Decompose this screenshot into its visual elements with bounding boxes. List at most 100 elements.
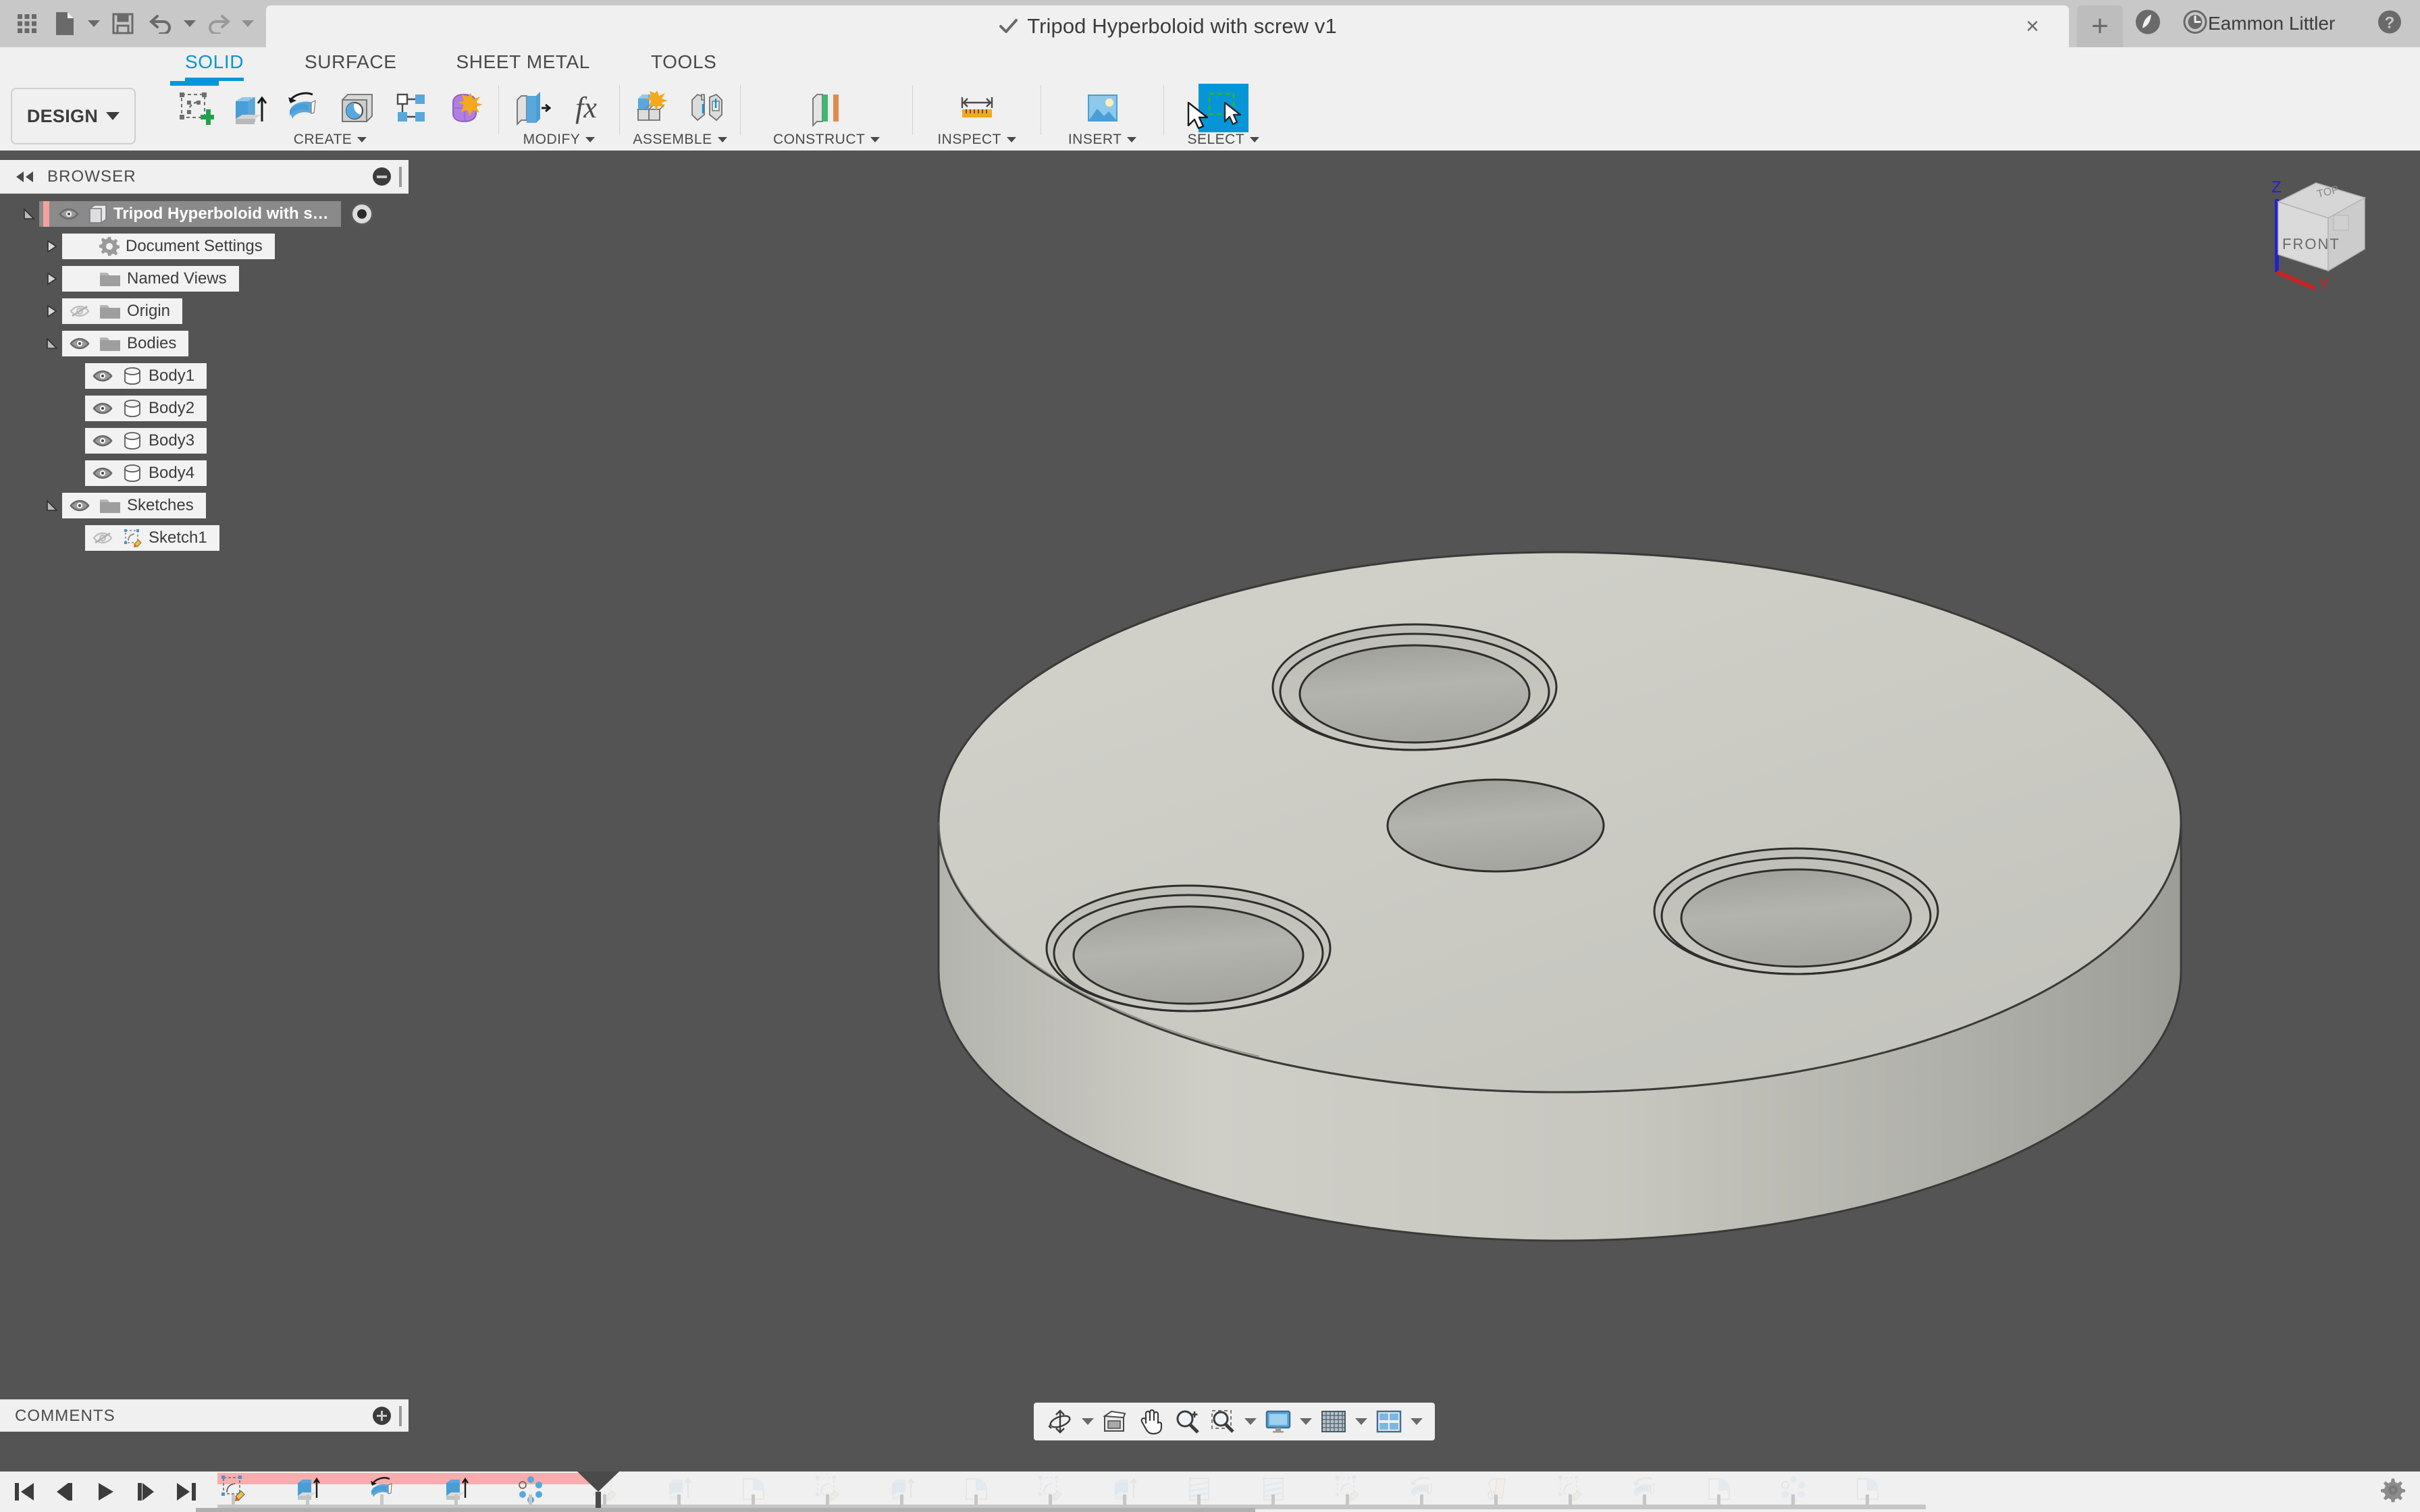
extrude-icon[interactable] <box>224 84 274 132</box>
viewports-caret-icon[interactable] <box>1408 1405 1425 1438</box>
expander-collapsed[interactable] <box>42 295 62 327</box>
recent-icon[interactable] <box>2182 9 2208 38</box>
browser-tree-row[interactable]: Bodies <box>0 327 409 360</box>
step-back-icon[interactable] <box>50 1477 80 1507</box>
panel-create-label[interactable]: CREATE <box>294 132 367 148</box>
browser-tree-item[interactable]: Body3 <box>85 428 207 454</box>
offset-plane-icon[interactable] <box>801 84 851 132</box>
workspace-switcher-button[interactable]: DESIGN <box>11 88 136 144</box>
expander-expanded[interactable] <box>42 327 62 360</box>
expander-expanded[interactable] <box>42 489 62 522</box>
joint-icon[interactable] <box>682 84 732 132</box>
undo-caret-icon[interactable] <box>181 5 199 43</box>
new-component-icon[interactable] <box>628 84 678 132</box>
visibility-toggle-visible[interactable] <box>66 331 93 356</box>
select-icon[interactable] <box>1199 84 1248 132</box>
browser-tree-item[interactable]: Origin <box>62 298 182 324</box>
undo-icon[interactable] <box>143 5 178 43</box>
timeline-settings-icon[interactable] <box>2381 1478 2405 1506</box>
go-to-beginning-icon[interactable] <box>9 1477 39 1507</box>
orbit-caret-icon[interactable] <box>1079 1405 1097 1438</box>
visibility-toggle-visible[interactable] <box>66 493 93 518</box>
fit-icon[interactable] <box>1206 1405 1240 1438</box>
panel-assemble-label[interactable]: ASSEMBLE <box>633 132 727 148</box>
browser-tree-item[interactable]: Bodies <box>62 331 188 356</box>
collapse-left-icon[interactable] <box>15 171 35 183</box>
expander-collapsed[interactable] <box>42 230 62 263</box>
redo-caret-icon[interactable] <box>239 5 257 43</box>
add-comment-icon[interactable] <box>373 1407 391 1425</box>
visibility-toggle-hidden[interactable] <box>89 525 116 551</box>
browser-resize-handle[interactable] <box>399 167 402 187</box>
viewports-icon[interactable] <box>1372 1405 1406 1438</box>
timeline-scrollbar[interactable] <box>196 1508 1255 1512</box>
browser-tree-item[interactable]: Named Views <box>62 266 239 292</box>
panel-insert-label[interactable]: INSERT <box>1068 132 1137 148</box>
browser-tree-row[interactable]: Named Views <box>0 263 409 295</box>
help-icon[interactable]: ? <box>2377 9 2402 38</box>
document-tab[interactable]: Tripod Hyperboloid with screw v1 × <box>266 5 2069 47</box>
zoom-icon[interactable] <box>1170 1405 1204 1438</box>
browser-tree-item[interactable]: Body2 <box>85 396 207 421</box>
viewport-3d[interactable]: Z Y FRONT TOP <box>409 151 2420 1389</box>
tab-surface[interactable]: SURFACE <box>305 47 396 81</box>
visibility-toggle-visible[interactable] <box>89 460 116 486</box>
visibility-toggle-hidden[interactable] <box>66 298 93 324</box>
view-cube[interactable]: Z Y FRONT TOP <box>2254 169 2389 291</box>
new-tab-button[interactable]: + <box>2077 5 2123 47</box>
insert-image-icon[interactable] <box>1078 84 1128 132</box>
save-icon[interactable] <box>105 5 140 43</box>
browser-tree-row[interactable]: Sketches <box>0 489 409 522</box>
expander-expanded[interactable] <box>19 198 39 230</box>
fit-caret-icon[interactable] <box>1242 1405 1259 1438</box>
minimize-icon[interactable] <box>373 167 391 186</box>
activate-component-radio[interactable] <box>350 202 373 225</box>
browser-tree-row[interactable]: Body1 <box>0 360 409 392</box>
go-to-end-icon[interactable] <box>172 1477 201 1507</box>
redo-icon[interactable] <box>201 5 236 43</box>
model-cylindrical-plate[interactable] <box>409 151 2286 1359</box>
look-at-icon[interactable] <box>1099 1405 1132 1438</box>
app-grid-icon[interactable] <box>9 5 45 43</box>
measure-icon[interactable] <box>952 84 1002 132</box>
visibility-toggle-visible[interactable] <box>89 363 116 389</box>
play-icon[interactable] <box>90 1477 120 1507</box>
browser-tree-row[interactable]: Body4 <box>0 457 409 489</box>
visibility-toggle-visible[interactable] <box>89 428 116 454</box>
panel-select-label[interactable]: SELECT <box>1187 132 1259 148</box>
browser-tree-item[interactable]: Document Settings <box>62 234 275 259</box>
visibility-toggle-visible[interactable] <box>55 201 82 227</box>
browser-tree-row[interactable]: Body3 <box>0 425 409 457</box>
tab-solid[interactable]: SOLID <box>185 47 244 81</box>
browser-tree-row[interactable]: Body2 <box>0 392 409 425</box>
browser-tree-item[interactable]: Body1 <box>85 363 207 389</box>
tab-tools[interactable]: TOOLS <box>651 47 716 81</box>
tab-sheet-metal[interactable]: SHEET METAL <box>456 47 590 81</box>
browser-tree-item[interactable]: Sketch1 <box>85 525 219 551</box>
create-sketch-icon[interactable] <box>170 84 220 132</box>
expander-collapsed[interactable] <box>42 263 62 295</box>
file-icon[interactable] <box>47 5 82 43</box>
file-menu-caret-icon[interactable] <box>85 5 103 43</box>
close-icon[interactable]: × <box>2026 15 2039 38</box>
grid-snap-icon[interactable] <box>1317 1405 1350 1438</box>
panel-construct-label[interactable]: CONSTRUCT <box>773 132 880 148</box>
browser-tree-item[interactable]: Body4 <box>85 460 207 486</box>
visibility-toggle-visible[interactable] <box>89 396 116 421</box>
press-pull-icon[interactable] <box>507 84 557 132</box>
browser-tree-row[interactable]: Origin <box>0 295 409 327</box>
orbit-icon[interactable] <box>1043 1405 1077 1438</box>
browser-tree-row[interactable]: Tripod Hyperboloid with s… <box>0 198 409 230</box>
display-settings-icon[interactable] <box>1261 1405 1295 1438</box>
comments-resize-handle[interactable] <box>399 1406 402 1426</box>
browser-tree-row[interactable]: Sketch1 <box>0 522 409 554</box>
user-name[interactable]: Eammon Littler <box>2208 13 2335 34</box>
sphere-icon[interactable] <box>332 84 382 132</box>
step-forward-icon[interactable] <box>131 1477 161 1507</box>
panel-inspect-label[interactable]: INSPECT <box>937 132 1016 148</box>
display-settings-caret-icon[interactable] <box>1297 1405 1315 1438</box>
revolve-icon[interactable] <box>278 84 328 132</box>
form-icon[interactable] <box>440 84 490 132</box>
browser-tree-item-selected[interactable]: Tripod Hyperboloid with s… <box>39 201 341 227</box>
pan-icon[interactable] <box>1134 1405 1168 1438</box>
